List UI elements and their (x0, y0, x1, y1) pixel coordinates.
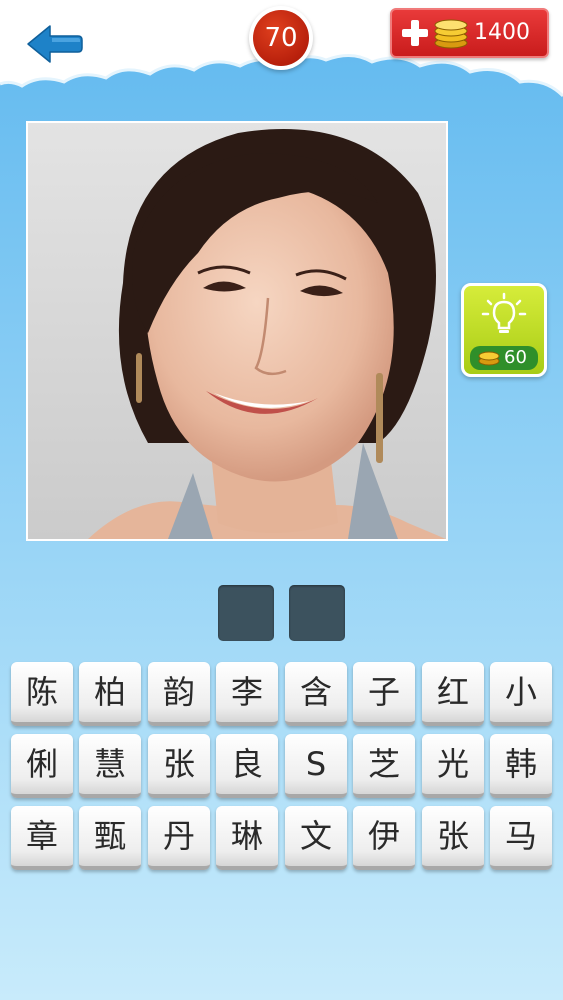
letter-tile[interactable]: 马 (490, 806, 552, 870)
coin-icon (478, 351, 500, 366)
letter-tile[interactable]: 含 (285, 662, 347, 726)
hint-button[interactable]: 60 (461, 283, 547, 377)
letter-tile[interactable]: 张 (148, 734, 210, 798)
letter-tile[interactable]: 韵 (148, 662, 210, 726)
letter-tile[interactable]: 伊 (353, 806, 415, 870)
plus-icon (402, 20, 428, 46)
letter-tile[interactable]: 红 (422, 662, 484, 726)
letter-tile[interactable]: 光 (422, 734, 484, 798)
coin-count: 1400 (474, 20, 530, 45)
letter-tile[interactable]: 琳 (216, 806, 278, 870)
back-button[interactable] (22, 22, 86, 66)
letter-tile[interactable]: 良 (216, 734, 278, 798)
letter-tile[interactable]: 章 (11, 806, 73, 870)
letter-tile[interactable]: 俐 (11, 734, 73, 798)
letter-tile[interactable]: 张 (422, 806, 484, 870)
level-number: 70 (253, 10, 309, 66)
letter-tile[interactable]: 小 (490, 662, 552, 726)
letter-tile[interactable]: 韩 (490, 734, 552, 798)
level-badge: 70 (249, 6, 313, 70)
lightbulb-icon (481, 292, 527, 333)
answer-slot-2[interactable] (289, 585, 345, 641)
puzzle-photo (26, 121, 448, 541)
letter-tile[interactable]: 甄 (79, 806, 141, 870)
answer-slot-1[interactable] (218, 585, 274, 641)
letter-tile[interactable]: 丹 (148, 806, 210, 870)
letter-tile[interactable]: 子 (353, 662, 415, 726)
letter-tile[interactable]: 柏 (79, 662, 141, 726)
buy-coins-button[interactable]: 1400 (390, 8, 549, 58)
letter-tile[interactable]: 李 (216, 662, 278, 726)
back-arrow-icon (27, 25, 83, 63)
coin-stack-icon (434, 19, 468, 49)
portrait-image (28, 123, 446, 539)
letter-tile[interactable]: S (285, 734, 347, 798)
letter-tile[interactable]: 文 (285, 806, 347, 870)
letter-tile[interactable]: 陈 (11, 662, 73, 726)
hint-cost-bar: 60 (470, 346, 538, 370)
hint-cost: 60 (504, 347, 527, 368)
letter-tile[interactable]: 芝 (353, 734, 415, 798)
letter-tile[interactable]: 慧 (79, 734, 141, 798)
